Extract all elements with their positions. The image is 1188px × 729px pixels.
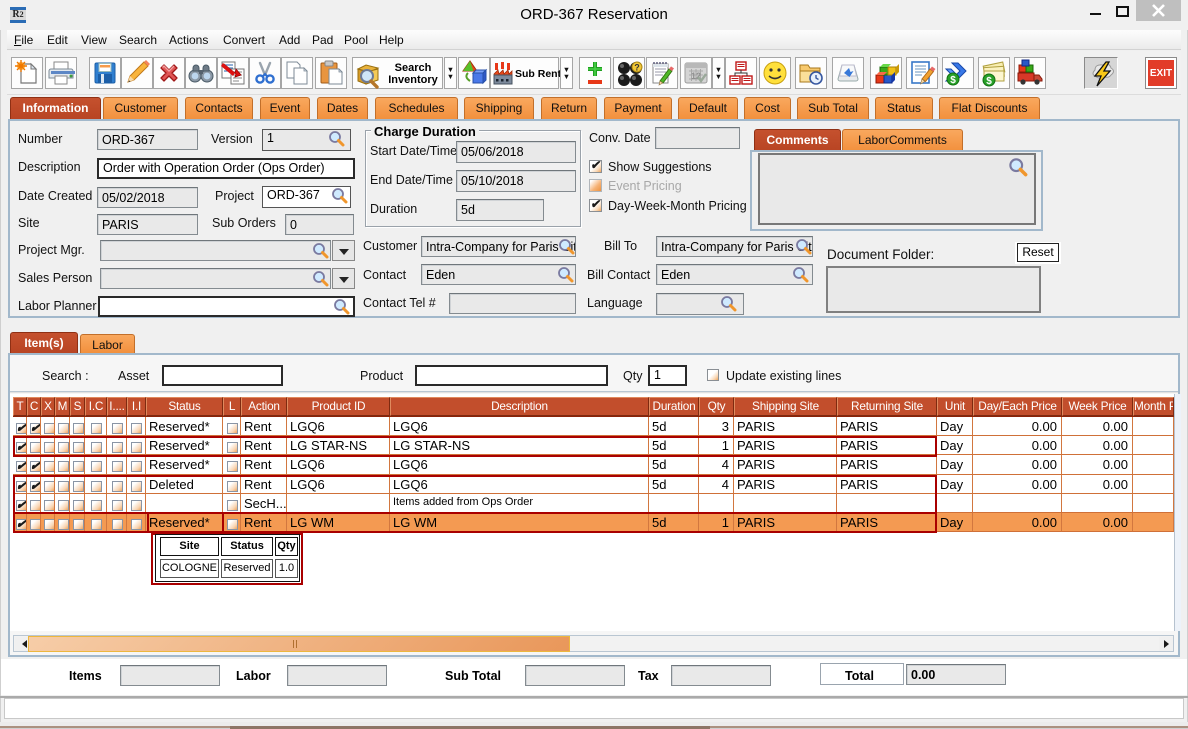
svg-text:$: $	[986, 76, 992, 87]
svg-text:$: $	[950, 75, 956, 86]
svg-text:?: ?	[634, 63, 640, 73]
